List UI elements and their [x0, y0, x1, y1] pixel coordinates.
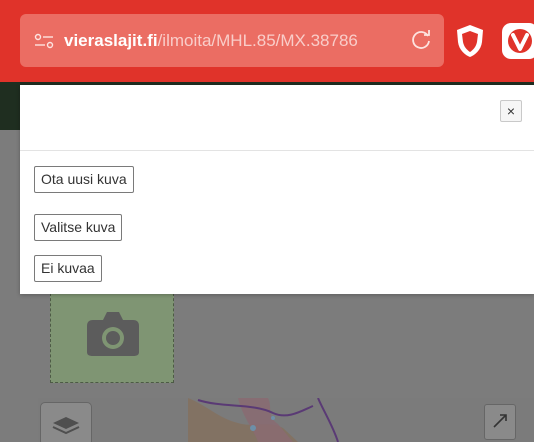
address-bar[interactable]: vieraslajit.fi/ilmoita/MHL.85/MX.38786	[20, 14, 444, 67]
url-path: /ilmoita/MHL.85/MX.38786	[157, 31, 358, 50]
map[interactable]	[38, 398, 534, 442]
close-button[interactable]: ×	[500, 100, 522, 122]
expand-icon	[493, 414, 507, 428]
no-photo-button[interactable]: Ei kuvaa	[34, 255, 102, 282]
shield-icon[interactable]	[455, 24, 485, 58]
site-settings-icon[interactable]	[34, 33, 54, 49]
take-new-photo-button[interactable]: Ota uusi kuva	[34, 166, 134, 193]
photo-placeholder[interactable]	[50, 293, 174, 383]
url-text[interactable]: vieraslajit.fi/ilmoita/MHL.85/MX.38786	[64, 30, 358, 51]
vivaldi-icon[interactable]	[500, 21, 534, 61]
photo-options-dialog: × Ota uusi kuva Valitse kuva Ei kuvaa	[20, 85, 534, 294]
browser-toolbar: vieraslajit.fi/ilmoita/MHL.85/MX.38786	[0, 0, 534, 82]
reload-icon[interactable]	[410, 29, 432, 51]
map-tiles	[188, 398, 339, 442]
url-domain: vieraslajit.fi	[64, 31, 158, 50]
choose-photo-button[interactable]: Valitse kuva	[34, 214, 123, 241]
dialog-header: ×	[20, 85, 534, 151]
map-expand-button[interactable]	[484, 404, 516, 440]
map-layers-button[interactable]	[40, 402, 92, 442]
camera-icon	[87, 312, 139, 356]
layers-icon	[52, 417, 80, 435]
